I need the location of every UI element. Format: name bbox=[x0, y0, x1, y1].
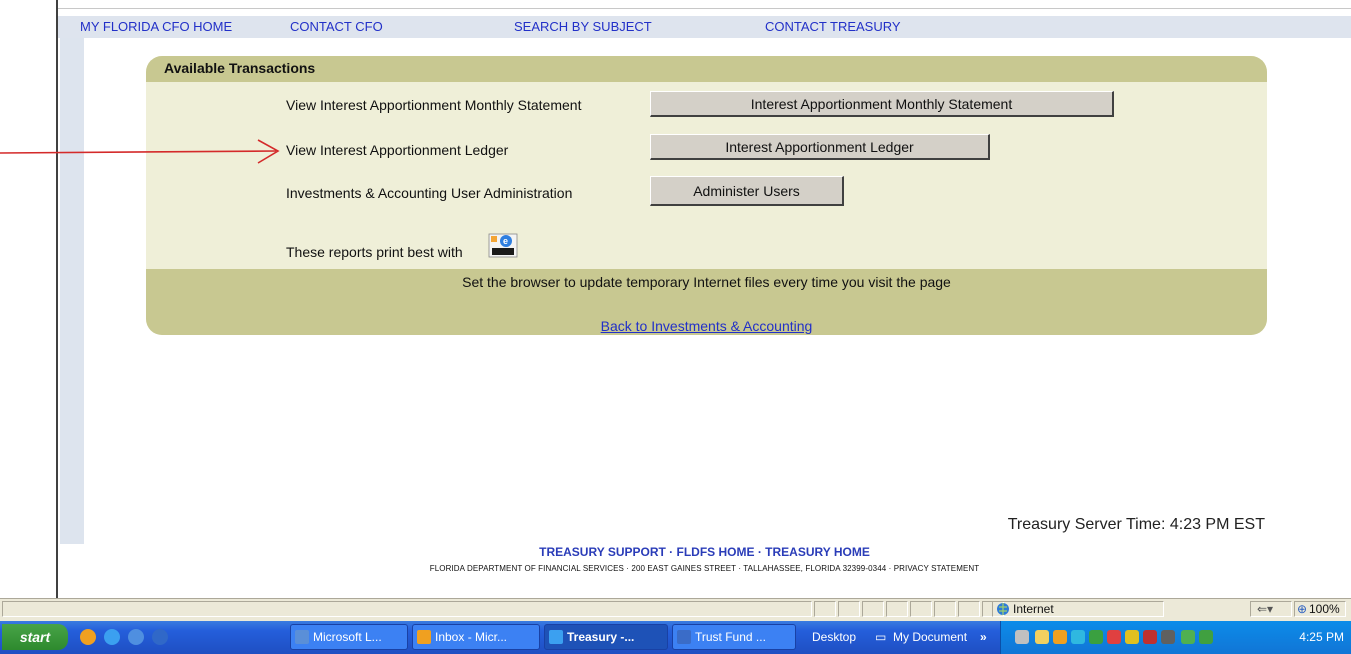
display-tray-icon[interactable] bbox=[1199, 630, 1213, 644]
footer-link-treasury-support[interactable]: TREASURY SUPPORT bbox=[539, 545, 666, 559]
footer-link-treasury-home[interactable]: TREASURY HOME bbox=[765, 545, 870, 559]
back-to-investments-link[interactable]: Back to Investments & Accounting bbox=[146, 318, 1267, 334]
footer-link-fldfs-home[interactable]: FLDFS HOME bbox=[677, 545, 755, 559]
zoom-dropdown[interactable]: ⊕ 100% bbox=[1294, 601, 1346, 617]
ledger-label: View Interest Apportionment Ledger bbox=[286, 142, 509, 158]
task-label: Inbox - Micr... bbox=[435, 630, 508, 644]
status-cell bbox=[934, 601, 956, 617]
my-documents-toolbar-label[interactable]: My Document bbox=[893, 630, 967, 644]
user-admin-label: Investments & Accounting User Administra… bbox=[286, 185, 573, 201]
footer-address: FLORIDA DEPARTMENT OF FINANCIAL SERVICES… bbox=[429, 564, 980, 573]
security-zone-cell[interactable]: Internet bbox=[992, 601, 1164, 617]
zoom-level: 100% bbox=[1309, 602, 1340, 616]
task-label: Microsoft L... bbox=[313, 630, 382, 644]
status-cell bbox=[814, 601, 836, 617]
outlook-tray-icon[interactable] bbox=[1053, 630, 1067, 644]
task-label: Trust Fund ... bbox=[695, 630, 766, 644]
desktop-toolbar-label[interactable]: Desktop bbox=[812, 630, 856, 644]
security-zone-label: Internet bbox=[1013, 602, 1054, 616]
top-divider bbox=[58, 8, 1351, 9]
cache-notice: Set the browser to update temporary Inte… bbox=[462, 274, 951, 290]
footer-separator: · bbox=[754, 545, 766, 559]
ledger-button[interactable]: Interest Apportionment Ledger bbox=[650, 134, 990, 160]
start-button[interactable]: start bbox=[2, 624, 68, 650]
ie-quicklaunch-icon[interactable] bbox=[104, 629, 120, 645]
internet-explorer-logo-icon: e bbox=[488, 233, 518, 258]
desktop-quicklaunch-icon[interactable] bbox=[128, 629, 144, 645]
nav-link-search-by-subject[interactable]: SEARCH BY SUBJECT bbox=[514, 19, 652, 34]
toolbar-overflow-icon[interactable]: » bbox=[980, 630, 987, 644]
available-transactions-panel: Available Transactions View Interest App… bbox=[146, 56, 1267, 335]
system-tray: 4:25 PM bbox=[1000, 621, 1351, 654]
lock-icon: ⇐▾ bbox=[1257, 602, 1274, 616]
security-tray-icon[interactable] bbox=[1143, 630, 1157, 644]
word-icon bbox=[677, 630, 691, 644]
taskbar-item-trust-fund[interactable]: Trust Fund ... bbox=[672, 624, 796, 650]
mail-tray-icon[interactable] bbox=[1035, 630, 1049, 644]
taskbar-item-treasury[interactable]: Treasury -... bbox=[544, 624, 668, 650]
pen-tray-icon[interactable] bbox=[1015, 630, 1029, 644]
outlook-quicklaunch-icon[interactable] bbox=[80, 629, 96, 645]
status-cell bbox=[910, 601, 932, 617]
top-navigation: MY FLORIDA CFO HOME CONTACT CFO SEARCH B… bbox=[58, 16, 1351, 38]
taskbar-item-inbox[interactable]: Inbox - Micr... bbox=[412, 624, 540, 650]
print-note: These reports print best with bbox=[286, 244, 463, 260]
nav-link-contact-cfo[interactable]: CONTACT CFO bbox=[290, 19, 383, 34]
left-sidebar-strip bbox=[60, 38, 84, 544]
server-time: Treasury Server Time: 4:23 PM EST bbox=[1007, 516, 1265, 533]
status-cell bbox=[886, 601, 908, 617]
status-text-cell bbox=[2, 601, 812, 617]
acrobat-tray-icon[interactable] bbox=[1107, 630, 1121, 644]
windows-taskbar: start Microsoft L... Inbox - Micr... Tre… bbox=[0, 621, 1351, 654]
outlook-icon bbox=[417, 630, 431, 644]
media-player-quicklaunch-icon[interactable] bbox=[152, 629, 168, 645]
task-label: Treasury -... bbox=[567, 630, 635, 644]
status-cell bbox=[958, 601, 980, 617]
administer-users-button[interactable]: Administer Users bbox=[650, 176, 844, 206]
taskbar-clock: 4:25 PM bbox=[1299, 630, 1344, 644]
nav-link-cfo-home[interactable]: MY FLORIDA CFO HOME bbox=[80, 19, 232, 34]
footer-links: TREASURY SUPPORT · FLDFS HOME · TREASURY… bbox=[58, 545, 1351, 559]
lync-icon bbox=[295, 630, 309, 644]
ie-icon bbox=[549, 630, 563, 644]
network-tray-icon[interactable] bbox=[1071, 630, 1085, 644]
device-tray-icon[interactable] bbox=[1181, 630, 1195, 644]
sync-tray-icon[interactable] bbox=[1089, 630, 1103, 644]
status-cell bbox=[862, 601, 884, 617]
panel-title: Available Transactions bbox=[164, 60, 316, 76]
annotation-arrow-icon bbox=[0, 139, 280, 164]
users-tray-icon[interactable] bbox=[1125, 630, 1139, 644]
update-tray-icon[interactable] bbox=[1161, 630, 1175, 644]
globe-icon bbox=[997, 603, 1009, 615]
zoom-icon: ⊕ bbox=[1297, 602, 1308, 616]
nav-link-contact-treasury[interactable]: CONTACT TREASURY bbox=[765, 19, 901, 34]
monthly-statement-label: View Interest Apportionment Monthly Stat… bbox=[286, 97, 582, 113]
footer-separator: · bbox=[665, 545, 677, 559]
folder-icon: ▭ bbox=[875, 630, 887, 644]
panel-header: Available Transactions bbox=[146, 56, 1267, 82]
svg-text:e: e bbox=[503, 236, 508, 246]
monthly-statement-button[interactable]: Interest Apportionment Monthly Statement bbox=[650, 91, 1114, 117]
status-cell bbox=[838, 601, 860, 617]
browser-status-bar: Internet ⇐▾ ⊕ 100% bbox=[0, 598, 1351, 621]
protected-mode-dropdown[interactable]: ⇐▾ bbox=[1250, 601, 1292, 617]
taskbar-item-lync[interactable]: Microsoft L... bbox=[290, 624, 408, 650]
